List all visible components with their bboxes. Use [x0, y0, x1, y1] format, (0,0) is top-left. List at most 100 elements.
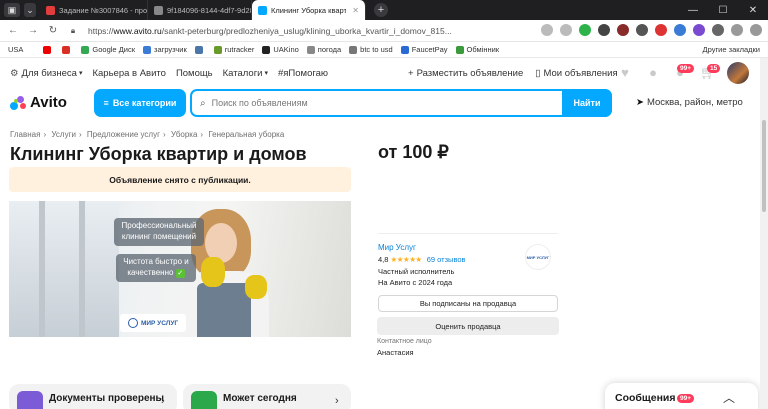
notifications-bell-icon[interactable]: ●	[645, 65, 661, 81]
documents-icon	[17, 391, 43, 409]
listing-photo[interactable]: Профессиональный клининг помещений Чисто…	[9, 201, 351, 337]
tab-list-icon[interactable]: ⌄	[24, 3, 36, 17]
breadcrumb-separator: ›	[78, 130, 82, 139]
location-label: Москва, район, метро	[646, 97, 743, 108]
browser-menu-dots-icon[interactable]	[750, 24, 762, 36]
extension-grey-icon[interactable]	[636, 24, 648, 36]
minimize-icon[interactable]: —	[678, 5, 708, 16]
location-selector[interactable]: ➤ Москва, район, метро	[636, 97, 743, 108]
bookmark-exchanger[interactable]: Обмінник	[455, 45, 499, 54]
avito-logo-icon	[10, 95, 27, 110]
user-avatar[interactable]	[727, 62, 749, 84]
bookmark-usa[interactable]: USA	[8, 45, 23, 54]
url-field[interactable]: https://www.avito.ru/sankt-peterburg/pre…	[88, 26, 452, 36]
breadcrumb-item[interactable]: Предложение услуг	[87, 130, 160, 139]
search-button[interactable]: Найти	[562, 89, 612, 117]
search-input[interactable]: ⌕ Поиск по объявлениям Найти	[190, 89, 612, 117]
close-tab-icon[interactable]: ✕	[352, 6, 359, 15]
documents-verified-card[interactable]: Документы проверены ›	[9, 384, 177, 409]
all-categories-button[interactable]: ≡ Все категории	[94, 89, 186, 117]
calendar-icon	[191, 391, 217, 409]
menu-icon: ≡	[103, 98, 109, 108]
bookmark-uakino[interactable]: UAKino	[262, 45, 299, 54]
tab-task[interactable]: Задание №3007846 - про	[40, 0, 148, 20]
rating-value: 4,8	[378, 255, 389, 264]
window-controls: — ☐ ✕	[678, 0, 768, 20]
tab-avito[interactable]: Клининг Уборка квартир ✕	[252, 0, 366, 20]
photo-caption-1: Профессиональный клининг помещений	[114, 218, 204, 246]
breadcrumb-item[interactable]: Генеральная уборка	[208, 130, 284, 139]
nav-i-help[interactable]: #яПомогаю	[278, 68, 328, 79]
reload-icon[interactable]: ↻	[46, 25, 60, 36]
new-tab-button[interactable]: +	[374, 3, 388, 17]
chevron-right-icon: ›	[335, 395, 339, 407]
breadcrumb-separator: ›	[43, 130, 47, 139]
reviews-link[interactable]: 69 отзывов	[427, 255, 466, 264]
extension-purple-icon[interactable]	[693, 24, 705, 36]
rating-stars-icon: ★★★★★	[390, 255, 423, 264]
rate-seller-button[interactable]: Оценить продавца	[377, 317, 559, 335]
photo-window	[9, 201, 119, 337]
faucetpay-icon	[400, 45, 409, 54]
my-ads-link[interactable]: ▯ Мои объявления	[535, 68, 617, 79]
bookmark-vk[interactable]	[194, 45, 206, 54]
lock-icon[interactable]: 🔒︎	[66, 26, 80, 36]
place-ad-link[interactable]: + Разместить объявление	[408, 68, 523, 79]
breadcrumb-separator: ›	[163, 130, 166, 139]
breadcrumb-item[interactable]: Главная	[10, 130, 40, 139]
copy-icon[interactable]	[541, 24, 553, 36]
bookmark-rutracker[interactable]: rutracker	[213, 45, 254, 54]
doc-icon: ▯	[535, 67, 541, 79]
download-icon[interactable]	[731, 24, 743, 36]
page-scrollbar[interactable]	[760, 58, 768, 409]
extension-blue-icon[interactable]	[674, 24, 686, 36]
tab-doc[interactable]: 9f184096-8144-4df7-9d28	[148, 0, 252, 20]
nav-help[interactable]: Помощь	[176, 68, 213, 79]
bookmark-google-drive[interactable]: Google Диск	[81, 45, 135, 54]
bookmark-weather[interactable]: погода	[306, 45, 341, 54]
other-bookmarks[interactable]: Другие закладки	[703, 45, 760, 54]
scrollbar-thumb[interactable]	[762, 120, 766, 212]
nav-career[interactable]: Карьера в Авито	[92, 68, 165, 79]
chevron-down-icon: ▾	[78, 70, 83, 77]
bookmark-downloader[interactable]: загрузчик	[143, 45, 187, 54]
bookmark-btc[interactable]: btc to usd	[349, 45, 393, 54]
messenger-title: Сообщения	[615, 392, 676, 404]
bookmark-gmail[interactable]	[62, 45, 73, 54]
drive-icon	[81, 45, 90, 54]
extension-check-icon[interactable]	[712, 24, 724, 36]
nav-catalogs[interactable]: Каталоги ▾	[223, 68, 268, 79]
seller-avatar[interactable]: МИР УСЛУГ	[525, 244, 551, 270]
bookmark-label: btc to usd	[360, 45, 393, 54]
subscribed-button[interactable]: Вы подписаны на продавца	[378, 295, 558, 312]
extension-red-icon[interactable]	[617, 24, 629, 36]
bookmark-youtube[interactable]	[43, 45, 54, 54]
extension-dark-icon[interactable]	[598, 24, 610, 36]
chevron-up-icon[interactable]: ︿	[723, 389, 735, 406]
mir-uslug-logo-icon	[127, 318, 138, 328]
bookmark-icon[interactable]	[560, 24, 572, 36]
card-title: Может сегодня	[223, 393, 297, 404]
maximize-icon[interactable]: ☐	[708, 5, 738, 16]
photo-caption-2: Чистота быстро и качественно ✓	[116, 254, 196, 282]
avito-logo[interactable]: Avito	[10, 94, 67, 111]
nav-for-business[interactable]: ⚙ Для бизнеса ▾	[10, 68, 82, 79]
available-today-card[interactable]: Может сегодня ›	[183, 384, 351, 409]
extension-green-icon[interactable]	[579, 24, 591, 36]
favorites-heart-icon[interactable]: ♥	[617, 65, 633, 81]
forward-icon[interactable]: →	[26, 25, 40, 36]
photo-glove	[201, 257, 225, 287]
browser-menu-icon[interactable]: ▣	[4, 3, 20, 17]
photo-glove	[245, 275, 267, 299]
bookmark-label: USA	[8, 45, 24, 54]
bookmark-label: UAKino	[273, 45, 299, 54]
messenger-widget[interactable]: Сообщения 99+ ︿	[605, 383, 758, 409]
close-window-icon[interactable]: ✕	[738, 5, 768, 16]
breadcrumb-item[interactable]: Услуги	[51, 130, 76, 139]
extension-orange-icon[interactable]	[655, 24, 667, 36]
breadcrumb-item[interactable]: Уборка	[171, 130, 198, 139]
back-icon[interactable]: ←	[6, 25, 20, 36]
bookmark-faucetpay[interactable]: FaucetPay	[400, 45, 448, 54]
gmail-icon	[62, 45, 71, 54]
seller-name[interactable]: Мир Услуг	[378, 243, 416, 252]
